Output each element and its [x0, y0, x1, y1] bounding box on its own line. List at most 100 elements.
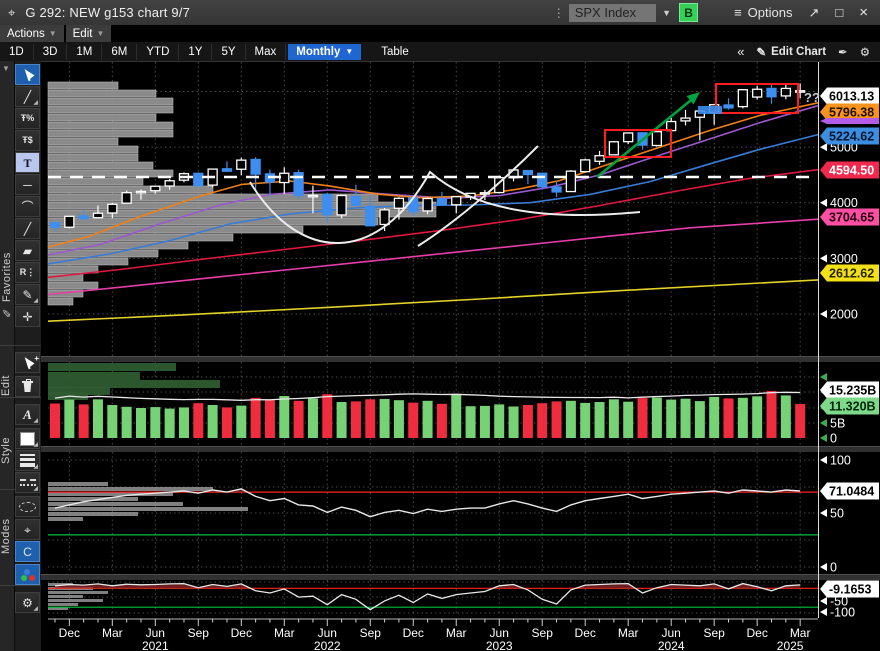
panel-badge[interactable]: B [679, 3, 699, 22]
month-axis-label: Mar [102, 626, 123, 640]
rsi-panel[interactable] [48, 459, 818, 568]
horizontal-line-tool[interactable]: ─ [15, 174, 40, 195]
period-button-6m[interactable]: 6M [102, 43, 138, 60]
axis-tick-label: 3000 [830, 252, 858, 266]
edit-menu[interactable]: Edit ▼ [65, 25, 112, 42]
candle [451, 196, 462, 206]
select-cursor-tool[interactable] [15, 64, 40, 85]
period-button-3d[interactable]: 3D [34, 43, 68, 60]
line-style-tool[interactable]: ◢ [15, 472, 40, 493]
multicolor-mode-tool[interactable] [15, 564, 40, 585]
pencil-draw-tool[interactable]: ✎ ◢ [15, 284, 40, 305]
title-bar: ⌖ G 292: NEW g153 chart 9/7 ⋮ SPX Index … [0, 0, 880, 25]
volume-bar [709, 396, 720, 438]
axis-tick-label: 0 [830, 561, 837, 575]
main-price-panel[interactable] [47, 62, 819, 616]
volume-profile-bar [47, 161, 154, 170]
axis-tick-label: 50 [830, 507, 844, 521]
move-tool[interactable]: ✛ [15, 306, 40, 327]
period-button-5y[interactable]: 5Y [212, 43, 246, 60]
move-window-icon[interactable]: ⌖ [8, 5, 15, 21]
popout-icon[interactable]: ↗ [808, 5, 819, 21]
volume-bar [637, 398, 648, 438]
year-axis-label: 2024 [658, 639, 685, 651]
retracement-price-tool[interactable]: Ŧ$ [15, 130, 40, 151]
volume-bar [121, 406, 132, 438]
candle [64, 215, 75, 228]
chevron-down-icon[interactable]: ▼ [2, 64, 10, 73]
chevron-down-icon: ◢ [33, 418, 38, 424]
annotate-icon[interactable]: ✒ [838, 45, 848, 59]
window-title: G 292: NEW g153 chart 9/7 [25, 5, 191, 20]
sidebar-section-modes[interactable]: Modes [0, 491, 14, 581]
volume-profile-bar [47, 225, 304, 234]
arc-tool-glyph: ⌒ [21, 199, 34, 214]
period-button-max[interactable]: Max [246, 43, 287, 60]
period-button-1d[interactable]: 1D [0, 43, 34, 60]
candle [580, 159, 591, 173]
options-menu[interactable]: ≡ Options [734, 5, 792, 20]
plus-icon: + [34, 354, 39, 363]
sidebar-section-edit[interactable]: Edit [0, 361, 14, 411]
text-annotation-tool[interactable]: T [15, 152, 40, 173]
chart-settings-gear[interactable]: ⚙ ◢ [15, 592, 40, 613]
volume-bar [623, 401, 634, 438]
price-tag-label: 71.0484 [829, 485, 874, 499]
volume-profile-bar [47, 153, 139, 162]
delete-annotation-tool[interactable] [15, 376, 40, 397]
edit-chart-button[interactable]: ✎ Edit Chart [756, 45, 826, 59]
williams-panel[interactable] [48, 581, 818, 614]
candle [408, 197, 419, 213]
period-button-ytd[interactable]: YTD [137, 43, 180, 60]
magnet-mode-tool[interactable]: C [15, 541, 40, 562]
volume-profile-bar [47, 169, 174, 178]
volume-bar [580, 402, 591, 438]
interval-dropdown[interactable]: Monthly ▼ [288, 43, 362, 60]
security-input[interactable]: SPX Index [568, 3, 657, 22]
settings-gear-icon[interactable]: ⚙ [860, 45, 870, 59]
chart-canvas[interactable]: 50 0 0 4000 3000 2000 6013.13 5796.38 5224.62 459… [0, 0, 880, 651]
select-add-cursor-tool[interactable]: + [15, 352, 40, 373]
trend-segment-tool-glyph: ╱ [23, 221, 32, 236]
channel-tool[interactable]: ▰ [15, 240, 40, 261]
volume-bar [150, 407, 161, 438]
drawing-tools-sidebar: ▼ ✎ Favorites Edit Style Modes ╱ ◢ Ŧ% Ŧ$ T ─ ⌒ ╱ ▰ R… [0, 61, 41, 651]
volume-profile-bar [47, 137, 119, 146]
pin-mode-tool[interactable]: ⌖ [15, 519, 40, 540]
volume-bar [436, 403, 447, 438]
price-tag-label: 4594.50 [829, 164, 874, 178]
security-dropdown-icon[interactable]: ▼ [662, 8, 671, 18]
maximize-icon[interactable]: □ [835, 5, 843, 20]
color-swatch-tool[interactable]: ◢ [15, 428, 40, 449]
close-icon[interactable]: × [859, 4, 868, 21]
year-axis-label: 2023 [486, 639, 513, 651]
volume-bar [379, 399, 390, 438]
sidebar-section-favorites[interactable]: ✎ Favorites [0, 206, 14, 366]
period-button-1y[interactable]: 1Y [179, 43, 213, 60]
volume-panel[interactable] [48, 363, 818, 438]
chart-settings-gear-glyph: ⚙ [22, 595, 33, 610]
trend-segment-tool[interactable]: ╱ [15, 218, 40, 239]
ellipse-mode-tool[interactable] [15, 496, 40, 517]
collapse-toolbar-icon[interactable]: « [737, 44, 744, 59]
regression-tool[interactable]: R⋮ [15, 262, 40, 283]
font-style-tool[interactable]: A ◢ [15, 404, 40, 425]
arc-tool[interactable]: ⌒ [15, 196, 40, 217]
volume-bar [766, 390, 777, 438]
volume-bar [322, 394, 333, 438]
actions-menu[interactable]: Actions ▼ [0, 25, 64, 42]
volume-bar [164, 408, 175, 438]
volume-profile-bar [47, 217, 379, 226]
sidebar-section-style[interactable]: Style [0, 416, 14, 486]
line-width-tool[interactable]: ◢ [15, 450, 40, 471]
period-button-1m[interactable]: 1M [67, 43, 103, 60]
month-axis-label: Sep [360, 626, 382, 640]
drag-handle-icon[interactable]: ⋮ [553, 6, 565, 20]
month-axis-label: Dec [575, 626, 596, 640]
axis-tick-label: 0 [830, 432, 837, 446]
table-button[interactable]: Table [369, 44, 421, 60]
volume-bar [494, 404, 505, 438]
year-axis-label: 2022 [314, 639, 341, 651]
trendline-tool[interactable]: ╱ ◢ [15, 86, 40, 107]
retracement-percent-tool[interactable]: Ŧ% [15, 108, 40, 129]
